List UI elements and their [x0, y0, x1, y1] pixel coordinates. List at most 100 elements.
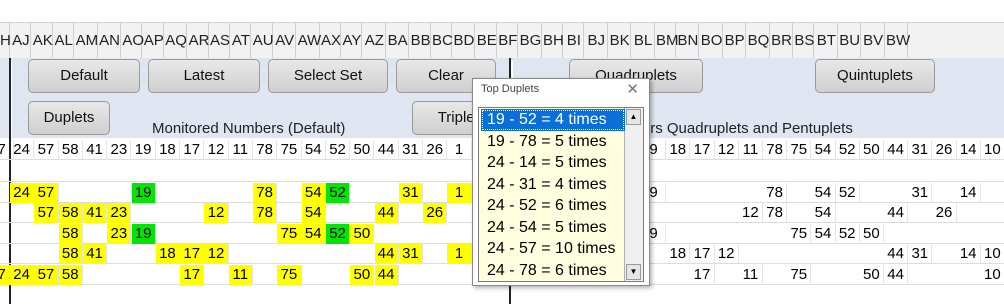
- column-header-bc[interactable]: BC: [432, 23, 453, 59]
- grid-cell[interactable]: 12: [204, 203, 229, 223]
- grid-cell[interactable]: 54: [301, 182, 326, 203]
- column-header-az[interactable]: AZ: [364, 23, 386, 59]
- column-header-bs[interactable]: BS: [794, 23, 814, 59]
- grid-cell[interactable]: 57: [34, 140, 59, 160]
- column-header-bb[interactable]: BB: [411, 23, 431, 59]
- column-header-al[interactable]: AL: [54, 23, 75, 59]
- grid-cell[interactable]: 52: [836, 182, 860, 203]
- close-icon[interactable]: ✕: [626, 80, 639, 98]
- column-header-bf[interactable]: BF: [498, 23, 519, 59]
- grid-cell[interactable]: 50: [860, 223, 884, 244]
- column-header-be[interactable]: BE: [477, 23, 497, 59]
- grid-cell[interactable]: 31: [398, 244, 424, 264]
- grid-cell[interactable]: 52: [836, 223, 860, 244]
- grid-cell[interactable]: 44: [374, 244, 399, 264]
- grid-cell[interactable]: 54: [301, 223, 326, 244]
- scroll-down-icon[interactable]: ▼: [626, 264, 641, 280]
- grid-cell[interactable]: 17: [180, 264, 205, 285]
- list-scrollbar[interactable]: ▲ ▼: [624, 108, 643, 281]
- grid-cell[interactable]: 75: [787, 140, 812, 160]
- column-header-bd[interactable]: BD: [453, 23, 476, 59]
- grid-cell[interactable]: 58: [58, 264, 83, 285]
- column-header-aq[interactable]: AQ: [165, 23, 188, 59]
- grid-cell[interactable]: 19: [132, 140, 156, 160]
- grid-cell[interactable]: 12: [715, 140, 739, 160]
- grid-cell[interactable]: 54: [811, 140, 836, 160]
- column-header-ar[interactable]: AR: [189, 23, 209, 59]
- column-header-an[interactable]: AN: [99, 23, 121, 59]
- grid-cell[interactable]: 1: [447, 140, 472, 160]
- duplet-list-item[interactable]: 24 - 54 = 5 times: [481, 217, 625, 239]
- column-header-ak[interactable]: AK: [33, 23, 53, 59]
- grid-cell[interactable]: 26: [423, 203, 448, 223]
- column-header-bk[interactable]: BK: [609, 23, 632, 59]
- duplet-list-item[interactable]: 24 - 14 = 5 times: [481, 152, 625, 174]
- duplet-list-item[interactable]: 19 - 52 = 4 times: [481, 109, 625, 131]
- grid-cell[interactable]: 12: [204, 244, 229, 264]
- column-header-bp[interactable]: BP: [724, 23, 747, 59]
- column-header-ax[interactable]: AX: [321, 23, 341, 59]
- grid-cell[interactable]: 1: [447, 182, 472, 203]
- column-header-bh[interactable]: BH: [543, 23, 564, 59]
- duplet-list-item[interactable]: 24 - 31 = 4 times: [481, 174, 625, 196]
- scroll-up-icon[interactable]: ▲: [626, 109, 641, 125]
- grid-cell[interactable]: 50: [350, 140, 375, 160]
- grid-cell[interactable]: 17: [690, 264, 715, 285]
- grid-cell[interactable]: 11: [229, 140, 253, 160]
- grid-cell[interactable]: 31: [908, 182, 933, 203]
- grid-cell[interactable]: 57: [34, 264, 59, 285]
- grid-cell[interactable]: 58: [59, 140, 83, 160]
- grid-cell[interactable]: 11: [739, 140, 763, 160]
- grid-cell[interactable]: 78: [253, 140, 278, 160]
- grid-cell[interactable]: 19: [131, 223, 156, 244]
- column-header-aj[interactable]: AJ: [11, 23, 32, 59]
- grid-cell[interactable]: 75: [277, 223, 302, 244]
- grid-cell[interactable]: 75: [787, 223, 812, 244]
- grid-cell[interactable]: 41: [82, 244, 108, 264]
- column-header-br[interactable]: BR: [771, 23, 793, 59]
- grid-cell[interactable]: 17: [180, 140, 205, 160]
- column-header-at[interactable]: AT: [231, 23, 252, 59]
- grid-cell[interactable]: 12: [715, 244, 739, 264]
- grid-cell[interactable]: 75: [277, 264, 302, 285]
- grid-cell[interactable]: 14: [957, 140, 981, 160]
- grid-cell[interactable]: 75: [787, 264, 812, 285]
- grid-cell[interactable]: 17: [690, 244, 715, 264]
- grid-cell[interactable]: 10: [981, 264, 1004, 285]
- grid-cell[interactable]: 23: [107, 203, 132, 223]
- grid-cell[interactable]: 52: [836, 140, 860, 160]
- grid-cell[interactable]: 44: [375, 140, 399, 160]
- grid-cell[interactable]: 50: [350, 223, 375, 244]
- grid-cell[interactable]: 31: [398, 182, 424, 203]
- grid-cell[interactable]: 75: [277, 140, 302, 160]
- grid-cell[interactable]: 78: [763, 182, 788, 203]
- grid-cell[interactable]: 26: [932, 140, 957, 160]
- duplet-list-item[interactable]: 24 - 52 = 6 times: [481, 195, 625, 217]
- grid-cell[interactable]: 57: [34, 203, 59, 223]
- grid-cell[interactable]: 54: [811, 223, 836, 244]
- grid-cell[interactable]: 50: [860, 140, 884, 160]
- grid-cell[interactable]: 31: [399, 140, 424, 160]
- grid-cell[interactable]: 31: [908, 140, 933, 160]
- grid-cell[interactable]: 58: [58, 203, 83, 223]
- grid-cell[interactable]: 44: [884, 244, 909, 264]
- grid-cell[interactable]: 44: [374, 203, 399, 223]
- grid-cell[interactable]: 18: [156, 140, 181, 160]
- grid-cell[interactable]: 10: [981, 244, 1004, 264]
- duplet-list-item[interactable]: 24 - 78 = 6 times: [481, 260, 625, 282]
- grid-cell[interactable]: 52: [326, 140, 351, 160]
- column-header-bi[interactable]: BI: [564, 23, 585, 59]
- grid-cell[interactable]: 54: [302, 140, 326, 160]
- column-header-ao[interactable]: AO: [122, 23, 144, 59]
- grid-cell[interactable]: 54: [811, 203, 836, 223]
- grid-cell[interactable]: 11: [228, 264, 253, 285]
- column-header-h[interactable]: H: [0, 23, 11, 59]
- column-header-am[interactable]: AM: [76, 23, 98, 59]
- grid-cell[interactable]: 31: [908, 244, 933, 264]
- grid-cell[interactable]: 1: [447, 244, 472, 264]
- duplet-list-item[interactable]: 19 - 78 = 5 times: [481, 131, 625, 153]
- grid-cell[interactable]: 18: [666, 244, 691, 264]
- grid-cell[interactable]: 11: [739, 264, 763, 285]
- duplets-listbox[interactable]: ▲ ▼ 19 - 52 = 4 times 19 - 78 = 5 times 24…: [478, 107, 644, 282]
- duplet-list-item[interactable]: 24 - 57 = 10 times: [481, 238, 625, 260]
